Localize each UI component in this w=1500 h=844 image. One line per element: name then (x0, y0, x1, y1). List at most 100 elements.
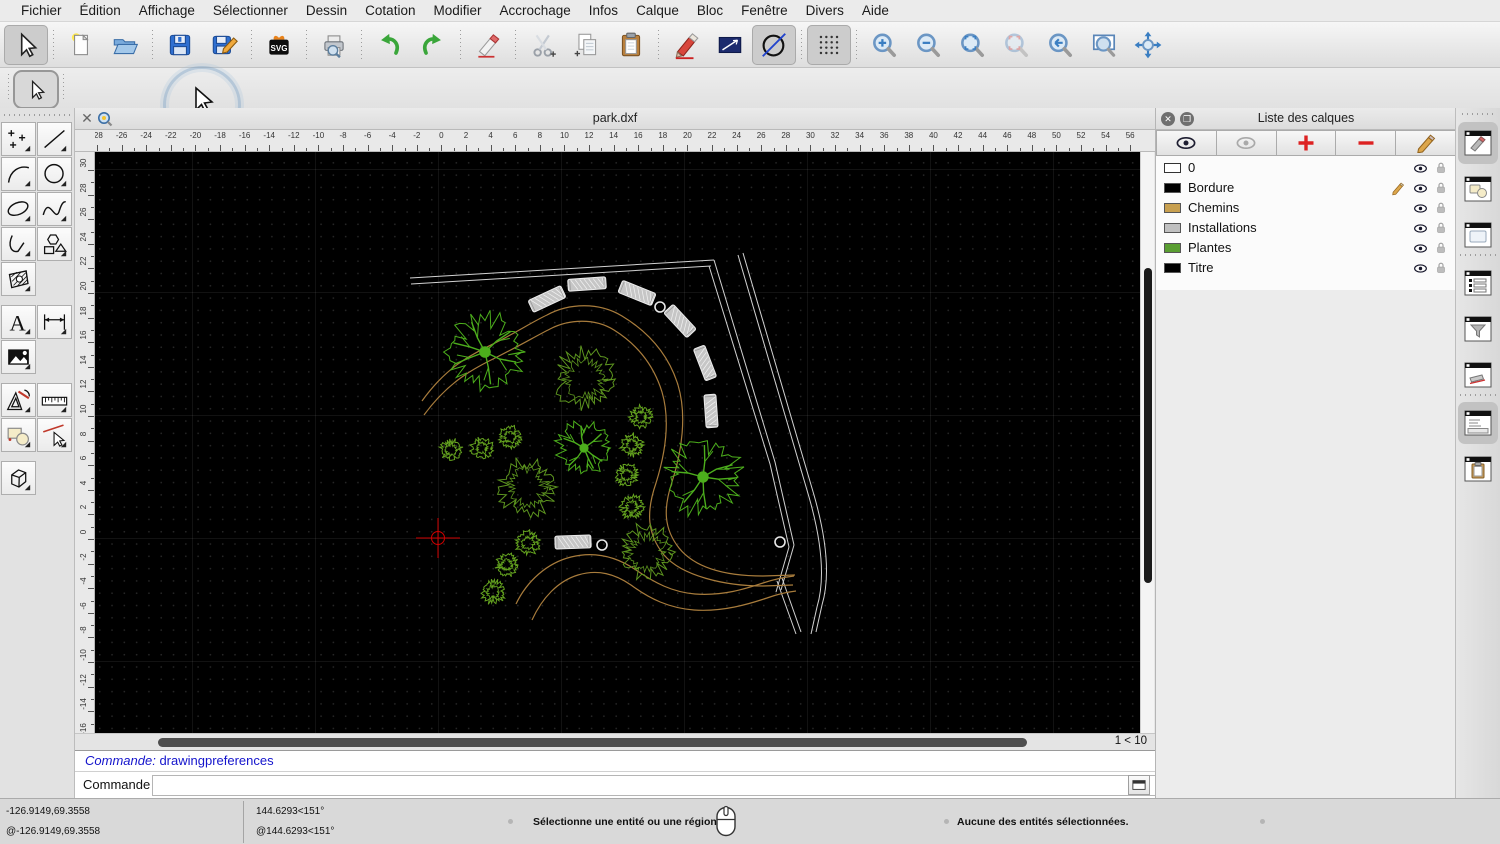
menu-calque[interactable]: Calque (627, 0, 688, 22)
arc-tool-button[interactable] (1, 157, 36, 191)
clipboard-dock-button[interactable] (1458, 448, 1498, 490)
dock-handle[interactable] (1462, 113, 1494, 115)
block-list-dock-button[interactable] (1458, 168, 1498, 210)
command-detach-button[interactable] (1128, 775, 1150, 795)
vertical-scrollbar[interactable] (1140, 152, 1154, 733)
pen-attributes-button[interactable] (664, 25, 708, 65)
grid-toggle-button[interactable] (807, 24, 851, 65)
misc-tools-tool-button[interactable] (1, 383, 36, 417)
undo-button[interactable] (367, 25, 411, 65)
layer-row-plantes[interactable]: Plantes (1156, 238, 1456, 258)
menu-bloc[interactable]: Bloc (688, 0, 732, 22)
menu-fichier[interactable]: Fichier (12, 0, 71, 22)
menu-fenetre[interactable]: Fenêtre (732, 0, 797, 22)
menu-selectionner[interactable]: Sélectionner (204, 0, 297, 22)
layer-visibility-eye-icon[interactable] (1413, 161, 1428, 176)
layer-visibility-eye-icon[interactable] (1413, 261, 1428, 276)
layer-visibility-eye-icon[interactable] (1413, 241, 1428, 256)
layer-lock-icon[interactable] (1434, 241, 1449, 256)
points-tool-button[interactable] (1, 122, 36, 156)
select-tool-button[interactable] (13, 70, 59, 109)
layer-lock-icon[interactable] (1434, 181, 1449, 196)
drawing-canvas[interactable] (95, 152, 1140, 733)
menu-aide[interactable]: Aide (853, 0, 898, 22)
menu-edition[interactable]: Édition (71, 0, 130, 22)
zoom-selected-button[interactable] (994, 25, 1038, 65)
horizontal-scrollbar[interactable]: 1 < 10 (75, 733, 1155, 750)
layer-lock-icon[interactable] (1434, 161, 1449, 176)
layer-visibility-eye-icon[interactable] (1413, 181, 1428, 196)
line-tool-button[interactable] (37, 122, 72, 156)
entity-list-dock-button[interactable] (1458, 262, 1498, 304)
menu-affichage[interactable]: Affichage (130, 0, 204, 22)
zoom-window-button[interactable] (1082, 25, 1126, 65)
layer-list-dock-button[interactable] (1458, 122, 1498, 164)
hatch-tool-button[interactable] (1, 262, 36, 296)
quick-info-dock-button[interactable] (1458, 354, 1498, 396)
menu-cotation[interactable]: Cotation (356, 0, 424, 22)
block-tool-button[interactable] (1, 418, 36, 452)
cube-tool-button[interactable] (1, 461, 36, 495)
spline-tool-button[interactable] (37, 192, 72, 226)
layer-row-bordure[interactable]: Bordure (1156, 178, 1456, 198)
layer-row-chemins[interactable]: Chemins (1156, 198, 1456, 218)
copy-button[interactable] (565, 25, 609, 65)
show-all-layers-button[interactable] (1156, 130, 1217, 156)
library-dock-button[interactable] (1458, 214, 1498, 256)
cut-button[interactable] (521, 25, 565, 65)
circle-tool-button[interactable] (752, 24, 796, 65)
save-button[interactable] (158, 25, 202, 65)
measure-tool-button[interactable] (37, 383, 72, 417)
polyline-tool-button[interactable] (1, 227, 36, 261)
line-attributes-button[interactable] (708, 25, 752, 65)
menu-dessin[interactable]: Dessin (297, 0, 356, 22)
layer-lock-icon[interactable] (1434, 201, 1449, 216)
menu-accrochage[interactable]: Accrochage (490, 0, 579, 22)
zoom-previous-button[interactable] (1038, 25, 1082, 65)
palette-handle[interactable] (4, 114, 70, 116)
copy-icon (574, 33, 597, 56)
dimension-tool-button[interactable] (37, 305, 72, 339)
remove-layer-button[interactable] (1336, 130, 1397, 156)
text-tool-button[interactable]: A (1, 305, 36, 339)
open-document-button[interactable] (103, 25, 147, 65)
select-entity-tool-button[interactable] (37, 418, 72, 452)
edit-layer-button[interactable] (1396, 130, 1456, 156)
layer-visibility-eye-icon[interactable] (1413, 201, 1428, 216)
circle-tool-button[interactable] (37, 157, 72, 191)
redo-button[interactable] (411, 25, 455, 65)
ellipse-tool-button[interactable] (1, 192, 36, 226)
zoom-pan-button[interactable] (1126, 25, 1170, 65)
menu-divers[interactable]: Divers (797, 0, 853, 22)
select-button[interactable] (4, 24, 48, 65)
layer-row-0[interactable]: 0 (1156, 158, 1456, 178)
menu-infos[interactable]: Infos (580, 0, 627, 22)
horizontal-scrollbar-thumb[interactable] (158, 737, 1027, 747)
layer-panel-toolbar (1156, 130, 1456, 156)
zoom-in-button[interactable] (862, 25, 906, 65)
hide-all-layers-button[interactable] (1216, 130, 1277, 156)
zoom-out-button[interactable] (906, 25, 950, 65)
erase-button[interactable] (466, 25, 510, 65)
command-input[interactable] (152, 775, 1210, 796)
new-document-button[interactable] (59, 25, 103, 65)
layer-filter-dock-button[interactable] (1458, 308, 1498, 350)
layer-row-titre[interactable]: Titre (1156, 258, 1456, 278)
command-dock-button[interactable] (1458, 402, 1498, 444)
image-tool-button[interactable] (1, 340, 36, 374)
export-svg-button[interactable]: SVG (257, 25, 301, 65)
menu-modifier[interactable]: Modifier (424, 0, 490, 22)
paste-button[interactable] (609, 25, 653, 65)
layer-visibility-eye-icon[interactable] (1413, 221, 1428, 236)
layer-row-installations[interactable]: Installations (1156, 218, 1456, 238)
layer-lock-icon[interactable] (1434, 261, 1449, 276)
vertical-scrollbar-thumb[interactable] (1143, 268, 1152, 583)
polygon-tool-button[interactable] (37, 227, 72, 261)
layer-color-swatch (1164, 163, 1181, 173)
add-layer-button[interactable] (1276, 130, 1337, 156)
layer-lock-icon[interactable] (1434, 221, 1449, 236)
image-icon (8, 348, 31, 369)
save-as-button[interactable] (202, 25, 246, 65)
print-preview-button[interactable] (312, 25, 356, 65)
zoom-auto-button[interactable] (950, 25, 994, 65)
